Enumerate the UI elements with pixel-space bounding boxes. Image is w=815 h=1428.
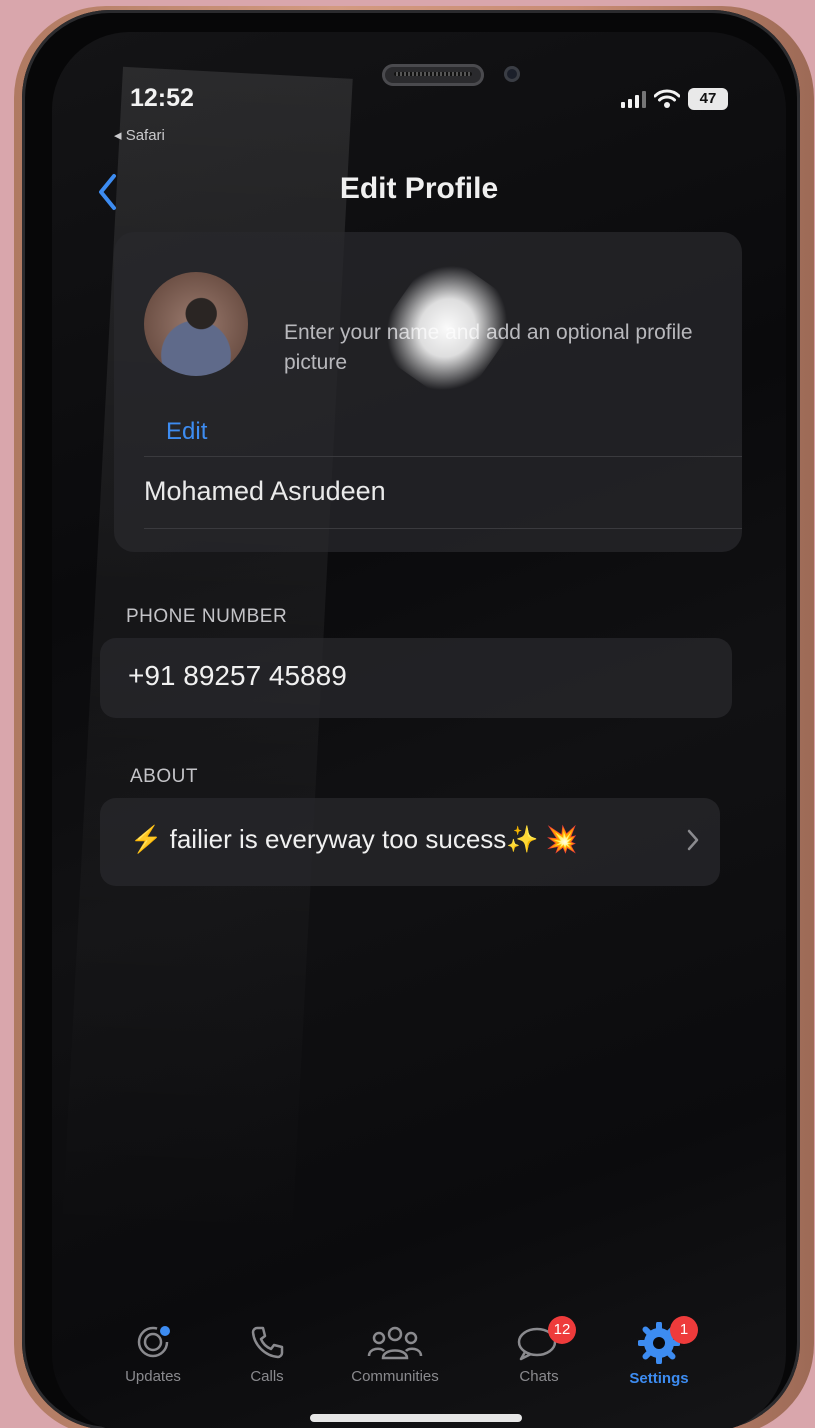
tab-chats[interactable]: Chats 12 [484, 1316, 594, 1385]
communities-icon [340, 1322, 450, 1362]
phone-number-value: +91 89257 45889 [128, 660, 347, 691]
updates-icon [98, 1322, 208, 1362]
chevron-right-icon [686, 828, 700, 857]
tab-settings[interactable]: Settings 1 [604, 1316, 714, 1387]
tab-updates[interactable]: Updates [98, 1322, 208, 1385]
divider [144, 456, 742, 457]
tab-bar: Updates Calls Communities Chats 12 Setti… [112, 1316, 746, 1412]
about-value: ⚡ failier is everyway too sucess✨ 💥 [130, 824, 578, 855]
tab-calls[interactable]: Calls [212, 1322, 322, 1385]
settings-badge: 1 [670, 1316, 698, 1344]
battery-icon: 47 [688, 88, 728, 110]
phone-screen: 12:52 ◂ Safari 47 Edit Profile Edit Ente… [52, 32, 786, 1428]
phone-icon [212, 1322, 322, 1362]
chats-icon [484, 1322, 594, 1362]
edit-photo-button[interactable]: Edit [166, 418, 207, 446]
lightning-emoji: ⚡ [130, 824, 163, 854]
phone-section-label: PHONE NUMBER [126, 606, 288, 627]
profile-card: Edit Enter your name and add an optional… [114, 232, 742, 552]
tab-label: Settings [629, 1370, 689, 1387]
tab-label: Updates [125, 1368, 181, 1385]
name-field[interactable]: Mohamed Asrudeen [144, 476, 386, 507]
about-section-label: ABOUT [130, 766, 198, 787]
earpiece-speaker [382, 64, 484, 86]
signal-icon [621, 90, 646, 108]
chats-badge: 12 [548, 1316, 576, 1344]
about-row[interactable]: ⚡ failier is everyway too sucess✨ 💥 [100, 798, 720, 886]
tab-communities[interactable]: Communities [340, 1322, 450, 1385]
tab-label: Calls [250, 1368, 284, 1385]
about-text: failier is everyway too sucess [169, 824, 507, 854]
tab-label: Communities [351, 1368, 439, 1385]
phone-card: +91 89257 45889 [100, 638, 732, 718]
phone-body: 12:52 ◂ Safari 47 Edit Profile Edit Ente… [22, 10, 800, 1428]
tab-label: Chats [519, 1368, 559, 1385]
profile-hint: Enter your name and add an optional prof… [284, 321, 693, 374]
avatar[interactable] [144, 272, 248, 376]
front-camera [504, 66, 520, 82]
sparkles-emoji: ✨ [506, 824, 539, 854]
wifi-icon [654, 89, 680, 109]
home-indicator[interactable] [310, 1414, 522, 1422]
divider [144, 528, 742, 529]
status-indicators: 47 [621, 88, 728, 110]
collision-emoji: 💥 [545, 824, 579, 854]
status-time: 12:52 [130, 84, 194, 112]
page-title: Edit Profile [339, 172, 499, 205]
back-to-app-link[interactable]: ◂ Safari [114, 126, 165, 144]
